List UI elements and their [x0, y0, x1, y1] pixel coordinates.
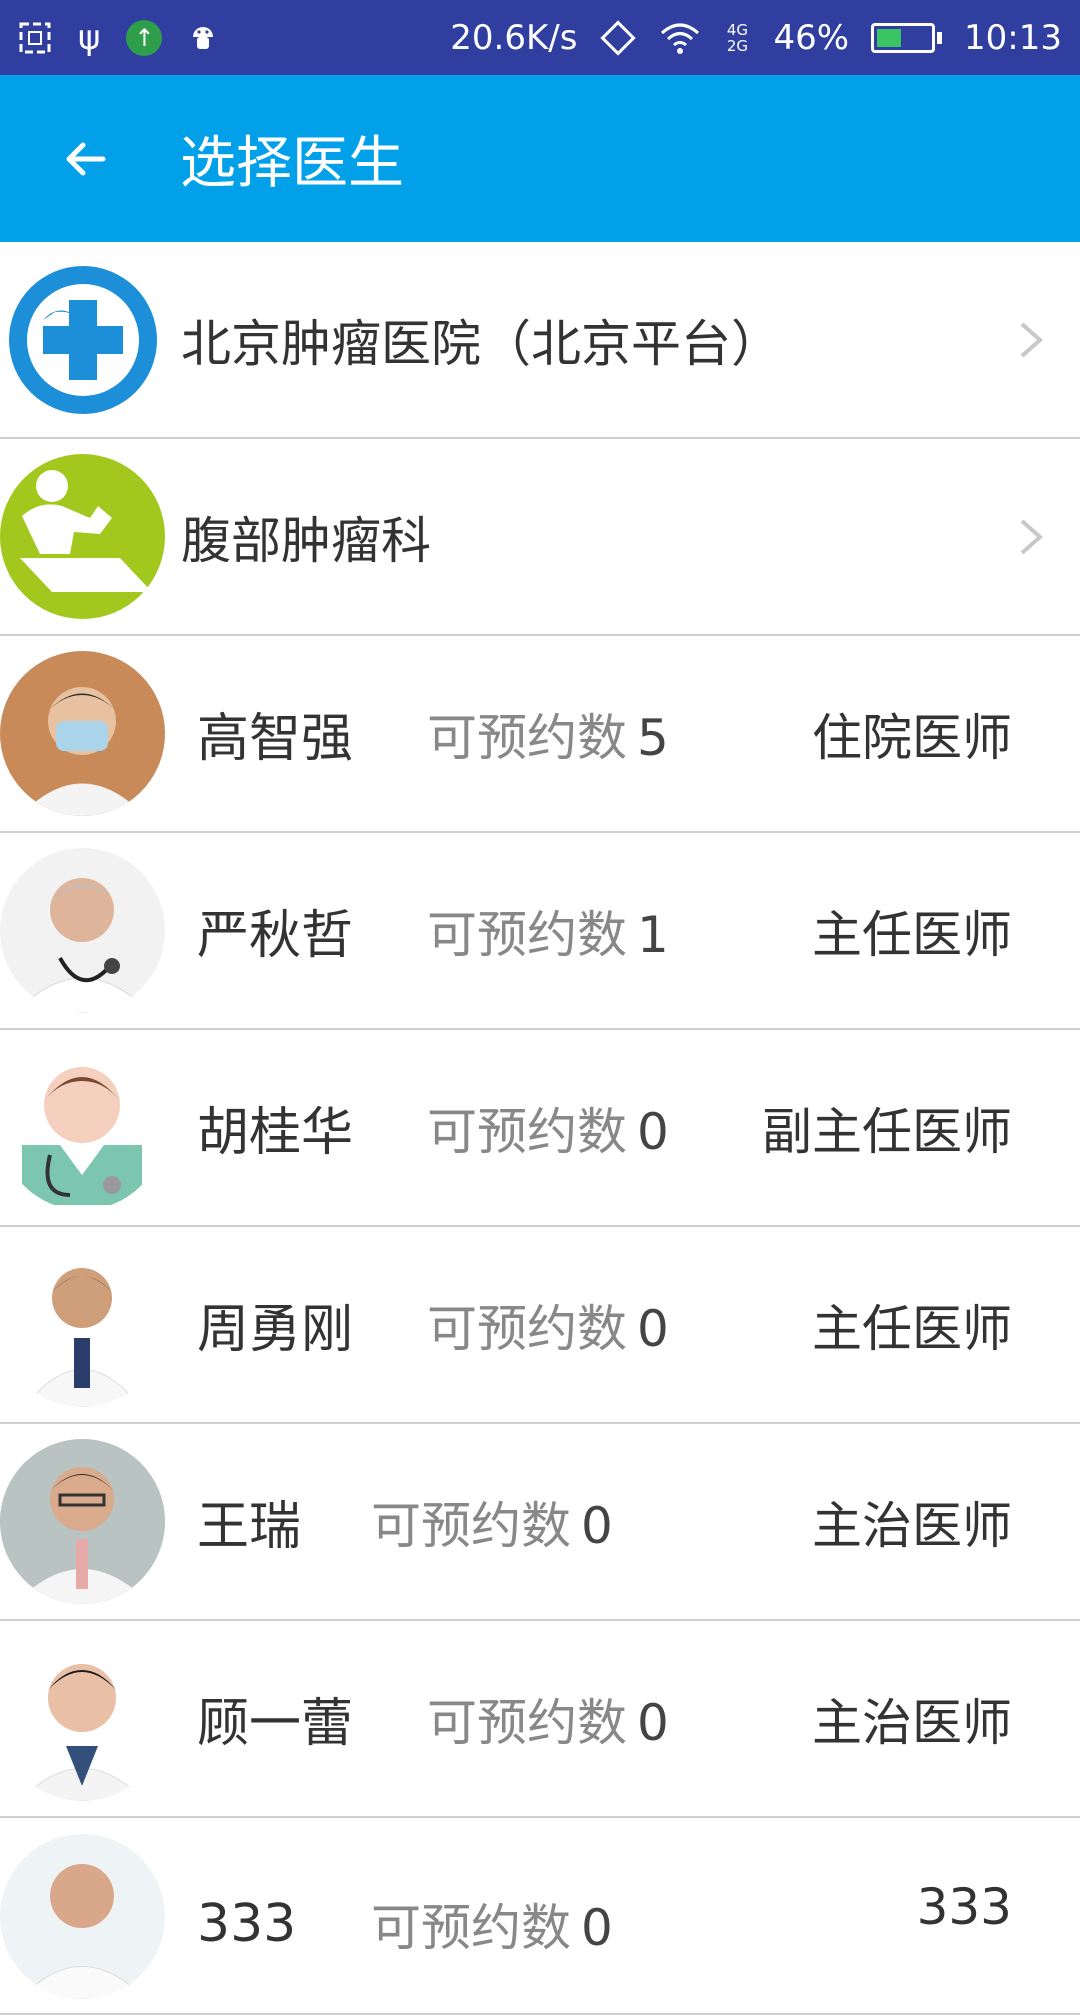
doctor-quota: 可预约数 0: [427, 1092, 797, 1164]
doctor-quota: 可预约数 0: [427, 1289, 797, 1361]
doctor-avatar: [0, 1439, 165, 1604]
net-speed: 20.6K/s: [450, 17, 578, 58]
quota-count: 0: [637, 1102, 669, 1161]
screenshot-icon: [18, 21, 52, 55]
quota-count: 0: [637, 1299, 669, 1358]
hospital-label: 北京肿瘤医院（北京平台）: [181, 314, 781, 373]
quota-count: 0: [637, 1693, 669, 1752]
doctor-quota: 可预约数 0: [371, 1486, 741, 1558]
quota-count: 5: [637, 708, 669, 767]
android-icon: [188, 21, 218, 55]
doctor-list: 北京肿瘤医院（北京平台） 腹部肿瘤科 高智强 可预约数 5 住院医师 严秋哲 可预…: [0, 242, 1080, 2015]
doctor-avatar: [0, 848, 165, 1013]
doctor-row[interactable]: 333 可预约数 0 333: [0, 1818, 1080, 2015]
doctor-quota: 可预约数 0: [427, 1683, 797, 1755]
department-icon: [0, 454, 165, 619]
quota-label: 可预约数: [427, 1299, 627, 1358]
quota-label: 可预约数: [427, 905, 627, 964]
doctor-quota: 可预约数 1: [427, 895, 797, 967]
doctor-avatar: [0, 1045, 165, 1210]
doctor-title: 主任医师: [812, 1299, 1012, 1358]
network-label: 4G 2G: [726, 20, 749, 55]
doctor-title: 主治医师: [812, 1693, 1012, 1752]
quota-label: 可预约数: [427, 1693, 627, 1752]
doctor-name: 严秋哲: [197, 906, 354, 966]
doctor-title: 主任医师: [812, 905, 1012, 964]
doctor-quota: 可预约数 0: [371, 1888, 741, 1960]
quota-label: 可预约数: [371, 1899, 571, 1957]
quota-count: 0: [581, 1899, 613, 1957]
arrow-left-icon: [66, 142, 106, 175]
department-row[interactable]: 腹部肿瘤科: [0, 439, 1080, 636]
department-label: 腹部肿瘤科: [181, 511, 431, 570]
quota-label: 可预约数: [371, 1496, 571, 1555]
battery-icon: [871, 22, 943, 53]
usb-icon: ψ: [78, 17, 101, 58]
clock: 10:13: [964, 17, 1062, 58]
doctor-row[interactable]: 胡桂华 可预约数 0 副主任医师: [0, 1030, 1080, 1227]
doctor-title: 主治医师: [812, 1496, 1012, 1555]
doctor-name: 周勇刚: [197, 1300, 354, 1360]
doctor-row[interactable]: 王瑞 可预约数 0 主治医师: [0, 1424, 1080, 1621]
rotate-icon: [599, 19, 637, 57]
status-bar: ψ ↑ 20.6K/s 4G 2G 46% 10:13: [0, 0, 1080, 75]
doctor-row[interactable]: 高智强 可预约数 5 住院医师: [0, 636, 1080, 833]
quota-label: 可预约数: [427, 1102, 627, 1161]
chevron-right-icon: [1020, 519, 1044, 554]
doctor-name: 高智强: [197, 709, 354, 769]
doctor-title: 333: [916, 1878, 1012, 1936]
doctor-avatar: [0, 1636, 165, 1801]
signal-icon: 4G 2G: [723, 22, 751, 54]
doctor-title: 副主任医师: [762, 1102, 1012, 1161]
hospital-logo: [0, 257, 165, 422]
quota-count: 0: [581, 1496, 613, 1555]
doctor-name: 胡桂华: [197, 1103, 354, 1163]
doctor-title: 住院医师: [812, 708, 1012, 767]
doctor-avatar: [0, 651, 165, 816]
doctor-quota: 可预约数 5: [427, 698, 797, 770]
doctor-avatar: [0, 1834, 165, 1999]
back-button[interactable]: [0, 75, 170, 242]
upload-icon: ↑: [126, 19, 163, 56]
quota-label: 可预约数: [427, 708, 627, 767]
quota-count: 1: [637, 905, 669, 964]
page-title: 选择医生: [180, 131, 404, 196]
battery-percent: 46%: [773, 17, 850, 58]
hospital-row[interactable]: 北京肿瘤医院（北京平台）: [0, 242, 1080, 439]
app-bar: 选择医生: [0, 75, 1080, 242]
wifi-icon: [659, 21, 701, 55]
doctor-name: 顾一蕾: [197, 1694, 354, 1754]
doctor-row[interactable]: 严秋哲 可预约数 1 主任医师: [0, 833, 1080, 1030]
doctor-row[interactable]: 顾一蕾 可预约数 0 主治医师: [0, 1621, 1080, 1818]
doctor-avatar: [0, 1242, 165, 1407]
chevron-right-icon: [1020, 322, 1044, 357]
doctor-row[interactable]: 周勇刚 可预约数 0 主任医师: [0, 1227, 1080, 1424]
